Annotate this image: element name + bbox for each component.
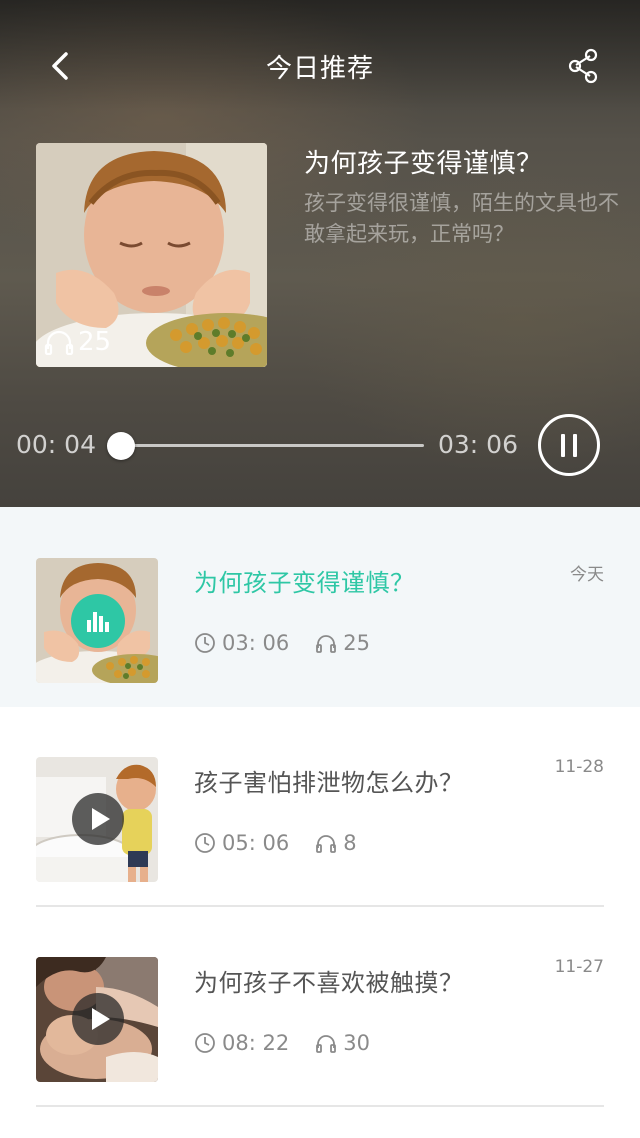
list-item-title: 为何孩子变得谨慎？	[194, 569, 415, 597]
clock-icon	[195, 1033, 215, 1053]
pause-button[interactable]	[538, 414, 600, 476]
track-title: 为何孩子变得谨慎？	[304, 149, 543, 179]
current-time: 00: 04	[16, 430, 96, 459]
play-icon	[92, 1008, 110, 1030]
list-item-meta: 03: 06 25	[194, 631, 396, 655]
share-button[interactable]	[562, 44, 606, 88]
list-item[interactable]: 为何孩子变得谨慎？ 今天 03: 06 25	[0, 507, 640, 707]
listen-count: 30	[343, 1031, 370, 1055]
cover-image: 25	[36, 143, 267, 367]
duration: 05: 06	[222, 831, 290, 855]
headphones-icon	[316, 835, 337, 853]
list-item-date: 11-27	[554, 957, 604, 977]
share-icon	[568, 48, 598, 84]
headphones-icon	[316, 1035, 337, 1053]
pause-icon	[561, 434, 565, 457]
page-title: 今日推荐	[265, 54, 374, 84]
listen-count: 25	[78, 327, 112, 357]
duration: 03: 06	[222, 631, 290, 655]
list-item-title: 为何孩子不喜欢被触摸？	[194, 969, 464, 997]
list-item[interactable]: 为何孩子不喜欢被触摸？ 11-27 08: 22 30	[0, 907, 640, 1107]
list-item-date: 11-28	[554, 757, 604, 777]
total-time: 03: 06	[438, 430, 518, 459]
play-icon	[92, 808, 110, 830]
clock-icon	[195, 833, 215, 853]
cover-listen-count: 25	[44, 327, 111, 357]
list-item-thumbnail	[36, 558, 158, 683]
list-item-meta: 08: 22 30	[194, 1031, 396, 1055]
list-item-meta: 05: 06 8	[194, 831, 383, 855]
divider	[36, 1105, 604, 1107]
progress-thumb[interactable]	[106, 432, 135, 460]
list-item[interactable]: 孩子害怕排泄物怎么办？ 11-28 05: 06 8	[0, 707, 640, 907]
list-item-thumbnail	[36, 757, 158, 882]
headphones-icon	[44, 330, 74, 355]
track-description: 孩子变得很谨慎，陌生的文具也不敢拿起来玩，正常吗？	[304, 191, 619, 246]
list-item-title: 孩子害怕排泄物怎么办？	[194, 769, 464, 797]
play-button[interactable]	[72, 993, 124, 1045]
listen-count: 8	[343, 831, 357, 855]
list-item-thumbnail	[36, 957, 158, 1082]
play-button[interactable]	[72, 793, 124, 845]
player-header: 今日推荐 25 为何孩子变得谨慎？ 孩子变得很谨慎，陌生的文具也不敢拿起来玩，正…	[0, 0, 640, 507]
now-playing-icon	[71, 594, 125, 648]
progress-track	[114, 444, 424, 447]
duration: 08: 22	[222, 1031, 290, 1055]
track-list: 为何孩子变得谨慎？ 今天 03: 06 25 孩子害怕排泄物怎么办？ 11-28…	[0, 507, 640, 1107]
list-item-date: 今天	[570, 565, 604, 585]
progress-slider[interactable]	[106, 430, 424, 462]
listen-count: 25	[343, 631, 370, 655]
clock-icon	[195, 633, 215, 653]
headphones-icon	[316, 635, 337, 653]
pause-icon-bar	[573, 434, 577, 457]
